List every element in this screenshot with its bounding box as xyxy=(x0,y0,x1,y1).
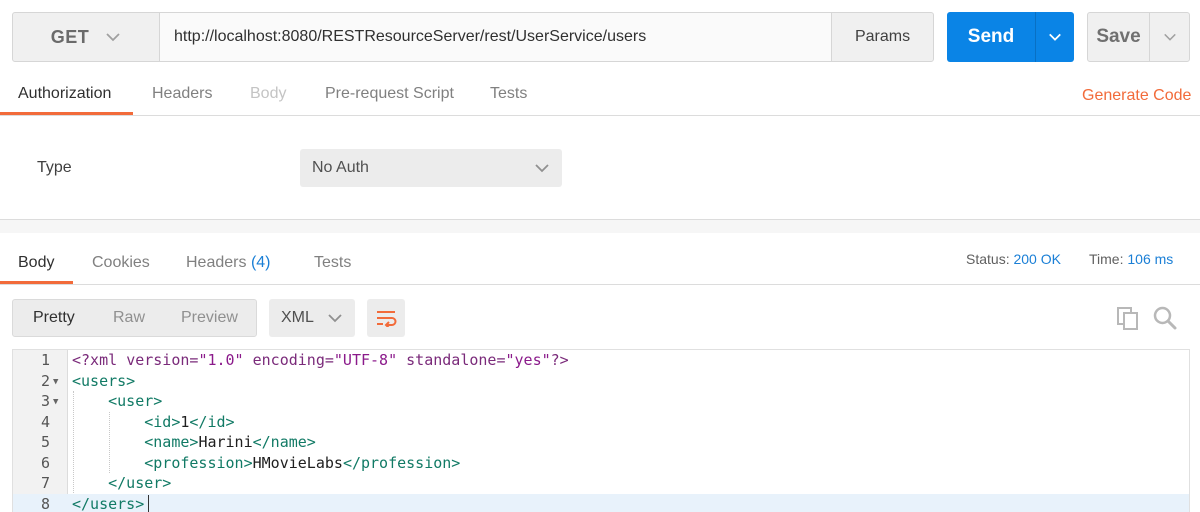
line-number: 7 xyxy=(40,474,50,492)
format-select[interactable]: XML xyxy=(269,299,355,337)
line-number: 8 xyxy=(40,494,50,512)
wrap-lines-button[interactable] xyxy=(367,299,405,337)
line-number: 2 xyxy=(40,371,50,390)
section-separator xyxy=(0,219,1200,233)
code-text: <?xml version="1.0" encoding="UTF-8" sta… xyxy=(72,350,569,371)
xml-tag: <id> xyxy=(144,412,181,431)
status-label: Status: xyxy=(966,251,1010,267)
mode-preview[interactable]: Preview xyxy=(181,300,238,336)
line-number: 3 xyxy=(40,392,50,410)
copy-icon[interactable] xyxy=(1116,306,1140,330)
chevron-down-icon xyxy=(328,314,342,323)
format-value: XML xyxy=(281,309,314,326)
xml-decl-close: ?> xyxy=(550,351,569,369)
auth-type-select[interactable]: No Auth xyxy=(300,149,562,187)
tab-response-body[interactable]: Body xyxy=(18,254,54,284)
xml-attr: version= xyxy=(126,351,199,369)
divider xyxy=(0,284,1200,285)
xml-text: HMovieLabs xyxy=(252,453,343,472)
tab-authorization[interactable]: Authorization xyxy=(18,85,111,115)
code-line: 5 <name>Harini</name> xyxy=(13,432,1189,453)
indent-guide xyxy=(109,411,110,473)
tab-response-headers-label: Headers xyxy=(186,254,247,271)
code-line: 2 ▼ <users> xyxy=(13,371,1189,392)
code-text: <profession>HMovieLabs</profession> xyxy=(72,453,460,474)
time-readout: Time: 106 ms xyxy=(1089,251,1173,267)
search-icon[interactable] xyxy=(1152,305,1178,331)
auth-type-value: No Auth xyxy=(312,159,369,176)
xml-tag: </profession> xyxy=(342,453,461,472)
response-body-editor[interactable]: 1 <?xml version="1.0" encoding="UTF-8" s… xyxy=(12,349,1190,512)
tab-body[interactable]: Body xyxy=(250,85,286,115)
line-number: 4 xyxy=(40,412,50,431)
tab-tests[interactable]: Tests xyxy=(490,85,527,115)
code-line: 1 <?xml version="1.0" encoding="UTF-8" s… xyxy=(13,350,1189,371)
method-label: GET xyxy=(50,26,90,47)
xml-tag: </name> xyxy=(252,433,316,451)
xml-attr-value: "1.0" xyxy=(198,351,244,369)
generate-code-link[interactable]: Generate Code xyxy=(1082,87,1191,105)
xml-attr: encoding= xyxy=(252,351,334,369)
time-label: Time: xyxy=(1089,251,1124,267)
code-line: 6 <profession>HMovieLabs</profession> xyxy=(13,453,1189,474)
tab-headers[interactable]: Headers xyxy=(152,85,212,115)
status-readout: Status: 200 OK xyxy=(966,251,1061,267)
code-line: 7 </user> xyxy=(13,473,1189,494)
fold-arrow-icon[interactable]: ▼ xyxy=(53,392,58,413)
auth-type-label: Type xyxy=(37,159,72,176)
url-input[interactable]: http://localhost:8080/RESTResourceServer… xyxy=(159,12,832,62)
xml-tag: </user> xyxy=(108,474,172,492)
xml-tag: <name> xyxy=(144,433,199,451)
xml-tag: <user> xyxy=(108,392,163,410)
tab-pre-request-script[interactable]: Pre-request Script xyxy=(325,85,454,115)
xml-tag: </users> xyxy=(72,494,145,512)
code-text: <users> xyxy=(72,371,135,392)
xml-attr: standalone= xyxy=(406,351,506,369)
code-text: <id>1</id> xyxy=(72,412,235,433)
tab-response-cookies[interactable]: Cookies xyxy=(92,254,150,284)
code-text: </users> xyxy=(72,494,144,512)
chevron-down-icon xyxy=(535,164,549,173)
xml-attr-value: "yes" xyxy=(505,351,551,369)
chevron-down-icon xyxy=(106,33,120,42)
save-options-button[interactable] xyxy=(1149,12,1190,62)
code-text: <user> xyxy=(72,391,162,412)
code-line: 3 ▼ <user> xyxy=(13,391,1189,412)
xml-attr-value: "UTF-8" xyxy=(333,351,398,369)
indent-guide xyxy=(73,391,74,493)
xml-text: Harini xyxy=(198,433,253,451)
line-number: 5 xyxy=(40,433,50,451)
code-line-current: 8 </users> xyxy=(13,493,1189,512)
headers-count: (4) xyxy=(250,254,271,271)
chevron-down-icon xyxy=(1049,33,1061,41)
mode-raw[interactable]: Raw xyxy=(113,300,145,336)
send-button[interactable]: Send xyxy=(947,12,1035,62)
fold-arrow-icon[interactable]: ▼ xyxy=(53,372,58,393)
xml-tag: </id> xyxy=(189,412,235,431)
method-select[interactable]: GET xyxy=(12,12,160,62)
save-button[interactable]: Save xyxy=(1087,12,1150,62)
code-text: </user> xyxy=(72,473,171,494)
xml-decl-open: <?xml xyxy=(72,351,118,369)
xml-tag: <users> xyxy=(72,371,136,390)
line-number: 6 xyxy=(40,453,50,472)
code-line: 4 <id>1</id> xyxy=(13,412,1189,433)
status-value: 200 OK xyxy=(1013,251,1061,267)
view-mode-group: Pretty Raw Preview xyxy=(12,299,257,337)
chevron-down-icon xyxy=(1163,33,1176,41)
tab-response-tests[interactable]: Tests xyxy=(314,254,351,284)
xml-tag: <profession> xyxy=(144,453,253,472)
params-button[interactable]: Params xyxy=(831,12,934,62)
divider xyxy=(0,115,1200,116)
tab-response-headers[interactable]: Headers (4) xyxy=(186,254,271,284)
text-cursor xyxy=(148,495,149,512)
line-number: 1 xyxy=(40,351,50,369)
time-value: 106 ms xyxy=(1127,251,1174,267)
mode-pretty[interactable]: Pretty xyxy=(33,300,75,336)
wrap-lines-icon xyxy=(377,311,397,327)
send-options-button[interactable] xyxy=(1035,12,1074,62)
